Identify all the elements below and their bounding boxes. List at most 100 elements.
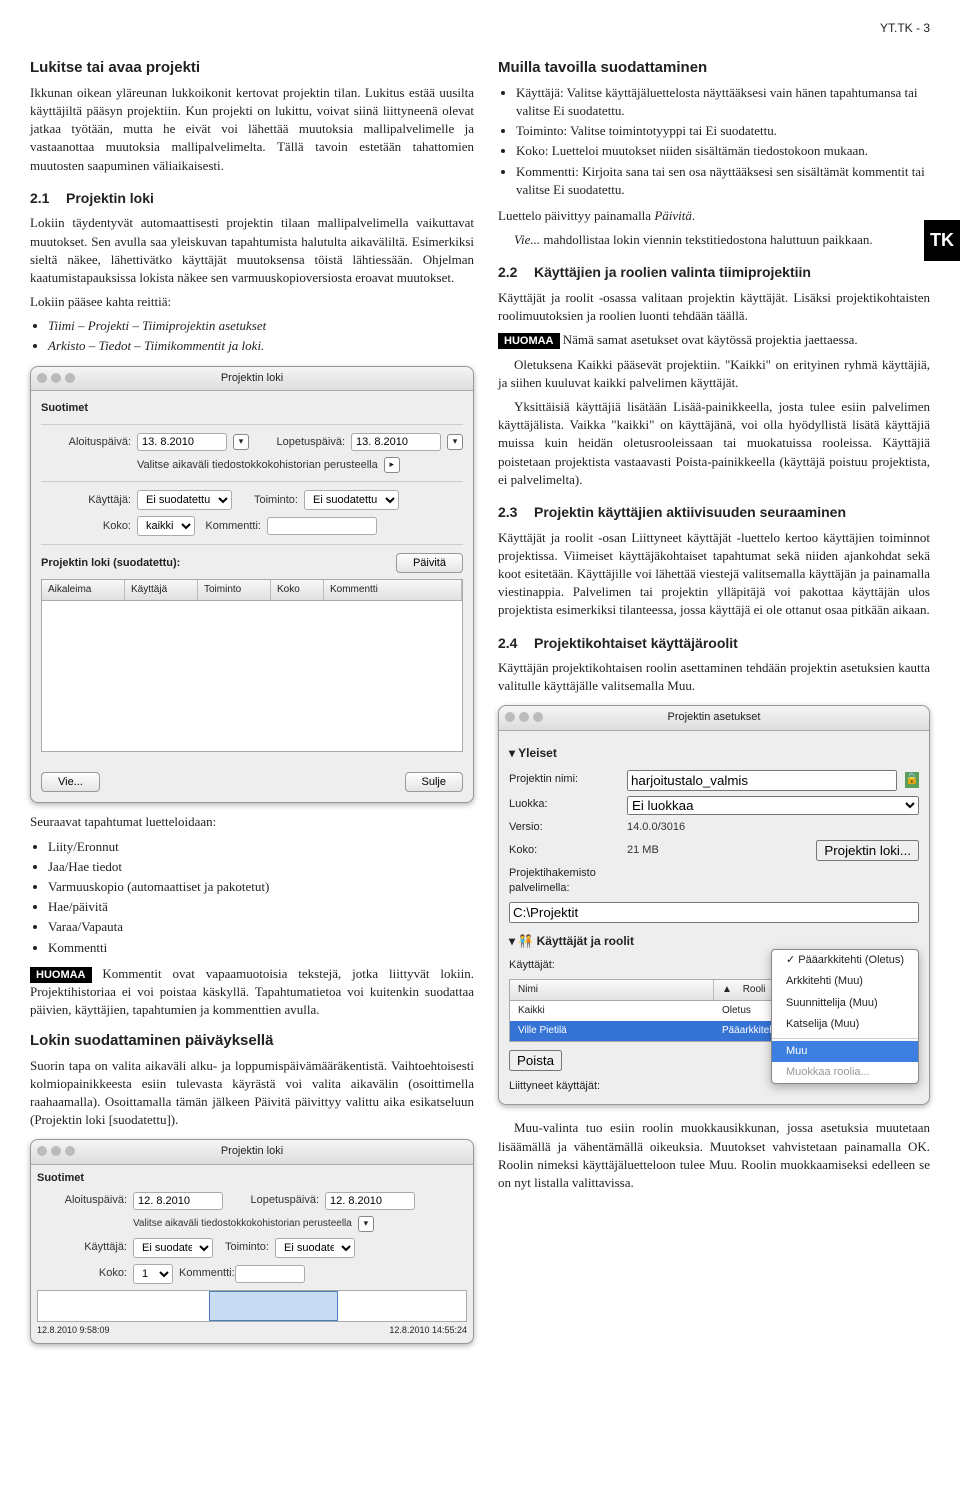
window-controls[interactable] <box>505 712 543 722</box>
size-filter-select[interactable]: 1 <box>133 1264 173 1284</box>
expand-icon[interactable]: ▸ <box>384 457 400 473</box>
menu-item[interactable]: Pääarkkitehti (Oletus) <box>772 950 918 971</box>
section-general: ▾ Yleiset <box>509 745 919 762</box>
comment-filter-input[interactable] <box>235 1265 305 1283</box>
directory-input[interactable] <box>509 902 919 923</box>
class-label: Luokka: <box>509 797 619 812</box>
history-range-label: Valitse aikaväli tiedostokkokohistorian … <box>137 458 378 473</box>
list-item: Koko: Luetteloi muutokset niiden sisältä… <box>516 142 930 160</box>
list-item: Hae/päivitä <box>48 898 474 916</box>
list-item: Varmuuskopio (automaattiset ja pakotetut… <box>48 878 474 896</box>
dialog-title: Projektin loki <box>221 372 283 384</box>
body-text: Luettelo päivittyy painamalla Päivitä. <box>498 207 930 225</box>
start-date-label: Aloituspäivä: <box>41 435 131 450</box>
list-item: Arkisto – Tiedot – Tiimikommentit ja lok… <box>48 337 474 355</box>
project-log-dialog: Projektin loki Suotimet Aloituspäivä: ▾ … <box>30 366 474 804</box>
dialog-title: Projektin loki <box>221 1145 283 1157</box>
end-date-label: Lopetuspäivä: <box>229 1193 319 1208</box>
section-tab: TK <box>924 220 960 261</box>
date-stepper-icon[interactable]: ▾ <box>233 434 249 450</box>
project-settings-dialog: Projektin asetukset ▾ Yleiset Projektin … <box>498 705 930 1105</box>
end-date-input[interactable] <box>351 433 441 451</box>
note-badge: HUOMAA <box>30 967 92 983</box>
action-filter-label: Toiminto: <box>219 1240 269 1255</box>
menu-item[interactable]: Suunnittelija (Muu) <box>772 993 918 1014</box>
body-text: Lokiin täydentyvät automaattisesti proje… <box>30 214 474 287</box>
lock-icon[interactable]: 🔒 <box>905 772 919 787</box>
menu-item-selected[interactable]: Muu <box>772 1041 918 1062</box>
comment-filter-input[interactable] <box>267 517 377 535</box>
menu-item[interactable]: Arkkitehti (Muu) <box>772 971 918 992</box>
heading-other-filters: Muilla tavoilla suodattaminen <box>498 57 930 78</box>
events-list: Liity/Eronnut Jaa/Hae tiedot Varmuuskopi… <box>48 838 474 957</box>
body-text: Käyttäjät ja roolit -osassa valitaan pro… <box>498 289 930 325</box>
project-name-label: Projektin nimi: <box>509 772 619 787</box>
class-select[interactable]: Ei luokkaa <box>627 796 919 815</box>
heading-lock-project: Lukitse tai avaa projekti <box>30 57 474 78</box>
filters-label: Suotimet <box>41 401 463 416</box>
filters-label: Suotimet <box>37 1171 467 1186</box>
size-filter-select[interactable]: kaikki <box>137 516 195 536</box>
size-value: 21 MB <box>627 843 659 858</box>
list-item: Varaa/Vapauta <box>48 918 474 936</box>
start-date-label: Aloituspäivä: <box>37 1193 127 1208</box>
dialog-titlebar: Projektin loki <box>31 367 473 391</box>
end-date-input[interactable] <box>325 1192 415 1210</box>
note-paragraph: HUOMAA Kommentit ovat vapaamuotoisia tek… <box>30 965 474 1020</box>
timeline-graph[interactable] <box>37 1290 467 1322</box>
log-table-header: Aikaleima Käyttäjä Toiminto Koko Komment… <box>41 579 463 601</box>
version-label: Versio: <box>509 820 619 835</box>
timeline-end: 12.8.2010 14:55:24 <box>389 1324 467 1337</box>
history-range-label: Valitse aikaväli tiedostokkokohistorian … <box>133 1217 352 1231</box>
user-filter-select[interactable]: Ei suodatettu <box>137 490 232 510</box>
project-log-dialog-small: Projektin loki Suotimet Aloituspäivä: Lo… <box>30 1139 474 1343</box>
user-filter-select[interactable]: Ei suodatettu <box>133 1238 213 1258</box>
role-context-menu[interactable]: Pääarkkitehti (Oletus) Arkkitehti (Muu) … <box>771 949 919 1084</box>
menu-item[interactable]: Katselija (Muu) <box>772 1014 918 1035</box>
directory-label: Projektihakemisto palvelimella: <box>509 866 619 897</box>
page-header: YT.TK - 3 <box>30 20 930 37</box>
project-log-button[interactable]: Projektin loki... <box>816 840 919 861</box>
list-item: Käyttäjä: Valitse käyttäjäluettelosta nä… <box>516 84 930 120</box>
size-filter-label: Koko: <box>41 519 131 534</box>
comment-filter-label: Kommentti: <box>201 519 261 534</box>
export-button[interactable]: Vie... <box>41 772 100 792</box>
version-value: 14.0.0/3016 <box>627 820 685 835</box>
body-text: Seuraavat tapahtumat luetteloidaan: <box>30 813 474 831</box>
dialog-title: Projektin asetukset <box>668 711 761 723</box>
body-text: Käyttäjät ja roolit -osan Liittyneet käy… <box>498 529 930 620</box>
section-users-roles: ▾ 🧑‍🤝‍🧑 Käyttäjät ja roolit <box>509 933 919 950</box>
body-text: Muu-valinta tuo esiin roolin muokkausikk… <box>498 1119 930 1192</box>
body-text: Ikkunan oikean yläreunan lukkoikonit ker… <box>30 84 474 175</box>
action-filter-select[interactable]: Ei suodatettu <box>304 490 399 510</box>
list-item: Kommentti: Kirjoita sana tai sen osa näy… <box>516 163 930 199</box>
filter-methods-list: Käyttäjä: Valitse käyttäjäluettelosta nä… <box>516 84 930 199</box>
log-table-body <box>41 601 463 752</box>
body-text: Yksittäisiä käyttäjiä lisätään Lisää-pai… <box>498 398 930 489</box>
body-text: Käyttäjän projektikohtaisen roolin asett… <box>498 659 930 695</box>
window-controls[interactable] <box>37 373 75 383</box>
body-text: Vie... mahdollistaa lokin viennin teksti… <box>498 231 930 249</box>
start-date-input[interactable] <box>137 433 227 451</box>
remove-user-button[interactable]: Poista <box>509 1050 562 1071</box>
refresh-button[interactable]: Päivitä <box>396 553 463 573</box>
list-item: Kommentti <box>48 939 474 957</box>
window-controls[interactable] <box>37 1146 75 1156</box>
heading-filter-by-date: Lokin suodattaminen päiväyksellä <box>30 1030 474 1051</box>
user-filter-label: Käyttäjä: <box>41 493 131 508</box>
start-date-input[interactable] <box>133 1192 223 1210</box>
collapse-icon[interactable]: ▾ <box>358 1216 374 1232</box>
timeline-start: 12.8.2010 9:58:09 <box>37 1324 110 1337</box>
date-stepper-icon[interactable]: ▾ <box>447 434 463 450</box>
comment-filter-label: Kommentti: <box>179 1266 229 1281</box>
heading-2-4: 2.4Projektikohtaiset käyttäjäroolit <box>498 634 930 654</box>
body-text: Suorin tapa on valita aikaväli alku- ja … <box>30 1057 474 1130</box>
heading-2-1: 2.1Projektin loki <box>30 189 474 209</box>
project-name-input[interactable] <box>627 770 897 791</box>
body-text: Oletuksena Kaikki pääsevät projektiin. "… <box>498 356 930 392</box>
close-button[interactable]: Sulje <box>405 772 463 792</box>
size-label: Koko: <box>509 843 619 858</box>
body-text: Lokiin pääsee kahta reittiä: <box>30 293 474 311</box>
list-item: Liity/Eronnut <box>48 838 474 856</box>
action-filter-select[interactable]: Ei suodatettu <box>275 1238 355 1258</box>
